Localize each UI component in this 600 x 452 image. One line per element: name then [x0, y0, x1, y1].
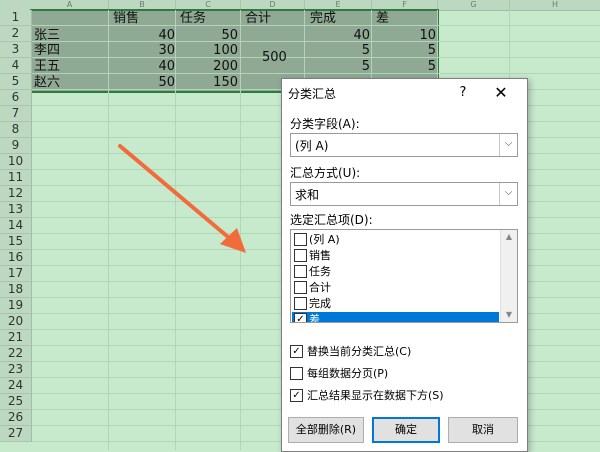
- cell-task[interactable]: 200: [176, 58, 238, 75]
- row-header[interactable]: 25: [0, 394, 32, 410]
- item-label: (列 A): [309, 233, 340, 246]
- item-checkbox[interactable]: [294, 297, 307, 310]
- dialog-title: 分类汇总: [288, 87, 337, 101]
- dialog-titlebar[interactable]: 分类汇总 ? ✕: [282, 79, 527, 107]
- row-header[interactable]: 21: [0, 330, 32, 346]
- row-header[interactable]: 19: [0, 298, 32, 314]
- row-header[interactable]: 6: [0, 90, 32, 106]
- col-header-h[interactable]: H: [510, 0, 600, 11]
- header-total[interactable]: 合计: [245, 10, 271, 27]
- pagebreak-label: 每组数据分页(P): [307, 367, 389, 380]
- item-label: 合计: [309, 281, 331, 294]
- row-header[interactable]: 27: [0, 426, 32, 442]
- cell-done[interactable]: 5: [305, 58, 370, 75]
- cell-name[interactable]: 赵六: [34, 74, 60, 91]
- row-header[interactable]: 18: [0, 282, 32, 298]
- header-task[interactable]: 任务: [180, 10, 206, 27]
- scroll-down-icon[interactable]: ▼: [501, 308, 517, 322]
- row-header[interactable]: 11: [0, 170, 32, 186]
- list-item[interactable]: (列 A): [292, 232, 499, 248]
- function-select[interactable]: 求和 ⌵: [290, 182, 518, 206]
- close-icon[interactable]: ✕: [488, 82, 514, 104]
- row-header[interactable]: 24: [0, 378, 32, 394]
- cell-name[interactable]: 李四: [34, 42, 60, 59]
- below-checkbox[interactable]: ✓: [290, 389, 303, 402]
- cell-total-merged[interactable]: 500: [262, 49, 287, 66]
- list-scrollbar[interactable]: ▲ ▼: [500, 230, 517, 322]
- cell-task[interactable]: 100: [176, 42, 238, 59]
- function-value: 求和: [295, 188, 320, 202]
- item-checkbox[interactable]: [294, 249, 307, 262]
- col-header-g[interactable]: G: [438, 0, 510, 11]
- cell-task[interactable]: 150: [176, 74, 238, 91]
- item-label: 差: [309, 313, 320, 323]
- group-field-label: 分类字段(A):: [290, 117, 360, 131]
- cell-diff[interactable]: 5: [372, 42, 436, 59]
- replace-label: 替换当前分类汇总(C): [307, 345, 412, 358]
- list-item[interactable]: 完成: [292, 296, 499, 312]
- row-header[interactable]: 15: [0, 234, 32, 250]
- item-checkbox[interactable]: [294, 281, 307, 294]
- item-checkbox[interactable]: [294, 265, 307, 278]
- subtotal-dialog: 分类汇总 ? ✕ 分类字段(A): (列 A) ⌵ 汇总方式(U): 求和 ⌵ …: [281, 78, 528, 452]
- chevron-down-icon[interactable]: ⌵: [499, 134, 517, 156]
- list-item[interactable]: ✓ 差: [292, 312, 499, 323]
- row-header[interactable]: 3: [0, 42, 32, 58]
- row-header[interactable]: 2: [0, 26, 32, 42]
- row-header[interactable]: 22: [0, 346, 32, 362]
- below-label: 汇总结果显示在数据下方(S): [307, 389, 444, 402]
- cancel-button[interactable]: 取消: [448, 417, 518, 443]
- item-checkbox[interactable]: ✓: [294, 313, 307, 322]
- list-item[interactable]: 合计: [292, 280, 499, 296]
- pagebreak-checkbox[interactable]: [290, 367, 303, 380]
- scroll-up-icon[interactable]: ▲: [501, 230, 517, 244]
- row-header[interactable]: 20: [0, 314, 32, 330]
- remove-all-button[interactable]: 全部删除(R): [288, 417, 364, 443]
- grid-line: [240, 10, 241, 450]
- function-label: 汇总方式(U):: [290, 166, 361, 180]
- ok-button[interactable]: 确定: [372, 417, 440, 443]
- row-header[interactable]: 1: [0, 10, 32, 26]
- group-field-value: (列 A): [295, 139, 329, 153]
- chevron-down-icon[interactable]: ⌵: [499, 183, 517, 205]
- row-header[interactable]: 9: [0, 138, 32, 154]
- row-header[interactable]: 5: [0, 74, 32, 90]
- header-diff[interactable]: 差: [376, 10, 389, 27]
- group-field-select[interactable]: (列 A) ⌵: [290, 133, 518, 157]
- item-label: 任务: [309, 265, 331, 278]
- cell-name[interactable]: 王五: [34, 58, 60, 75]
- row-header[interactable]: 13: [0, 202, 32, 218]
- cell-done[interactable]: 5: [305, 42, 370, 59]
- list-item[interactable]: 销售: [292, 248, 499, 264]
- cell-sales[interactable]: 50: [109, 74, 175, 91]
- row-header[interactable]: 16: [0, 250, 32, 266]
- items-label: 选定汇总项(D):: [290, 213, 373, 227]
- list-item[interactable]: 任务: [292, 264, 499, 280]
- row-header[interactable]: 17: [0, 266, 32, 282]
- item-label: 完成: [309, 297, 331, 310]
- header-sales[interactable]: 销售: [113, 10, 139, 27]
- row-header[interactable]: 7: [0, 106, 32, 122]
- item-label: 销售: [309, 249, 331, 262]
- row-header[interactable]: 4: [0, 58, 32, 74]
- header-done[interactable]: 完成: [310, 10, 336, 27]
- row-header[interactable]: 10: [0, 154, 32, 170]
- subtotal-items-list[interactable]: (列 A) 销售 任务 合计 完成 ✓ 差 ▲ ▼: [290, 229, 518, 323]
- row-header[interactable]: 14: [0, 218, 32, 234]
- row-header[interactable]: 23: [0, 362, 32, 378]
- cell-diff[interactable]: 5: [372, 58, 436, 75]
- cell-sales[interactable]: 40: [109, 58, 175, 75]
- row-header[interactable]: 12: [0, 186, 32, 202]
- item-checkbox[interactable]: [294, 233, 307, 246]
- row-header[interactable]: 8: [0, 122, 32, 138]
- replace-checkbox[interactable]: ✓: [290, 345, 303, 358]
- cell-sales[interactable]: 30: [109, 42, 175, 59]
- row-header[interactable]: 26: [0, 410, 32, 426]
- help-icon[interactable]: ?: [452, 82, 474, 104]
